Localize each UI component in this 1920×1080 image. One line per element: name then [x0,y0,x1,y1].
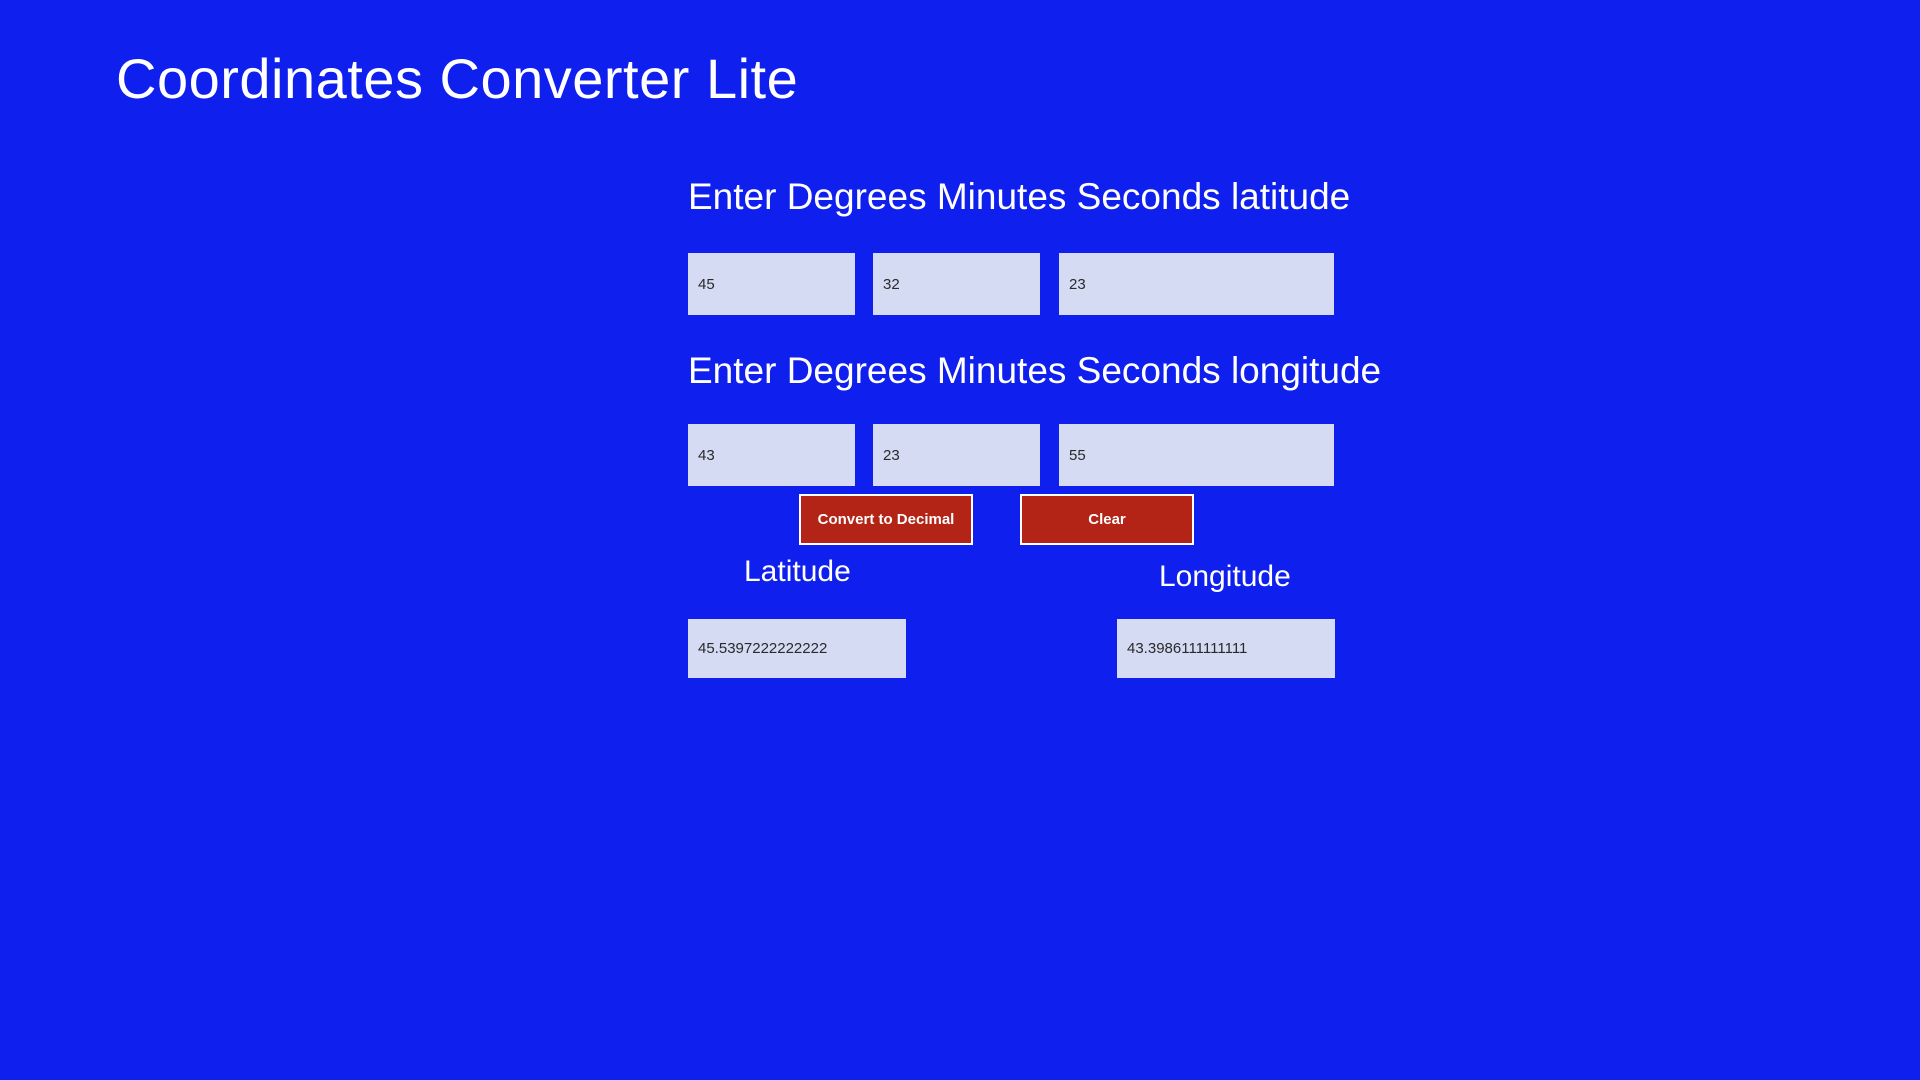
clear-button[interactable]: Clear [1020,494,1194,545]
longitude-minutes-input[interactable] [873,424,1040,486]
latitude-degrees-input[interactable] [688,253,855,315]
convert-button[interactable]: Convert to Decimal [799,494,973,545]
app-title: Coordinates Converter Lite [116,46,798,111]
result-longitude-output[interactable] [1117,619,1335,678]
result-latitude-label: Latitude [744,555,851,589]
result-longitude-label: Longitude [1159,560,1291,594]
latitude-section-label: Enter Degrees Minutes Seconds latitude [688,176,1350,218]
longitude-degrees-input[interactable] [688,424,855,486]
latitude-minutes-input[interactable] [873,253,1040,315]
longitude-section-label: Enter Degrees Minutes Seconds longitude [688,350,1381,392]
longitude-seconds-input[interactable] [1059,424,1334,486]
result-latitude-output[interactable] [688,619,906,678]
latitude-seconds-input[interactable] [1059,253,1334,315]
